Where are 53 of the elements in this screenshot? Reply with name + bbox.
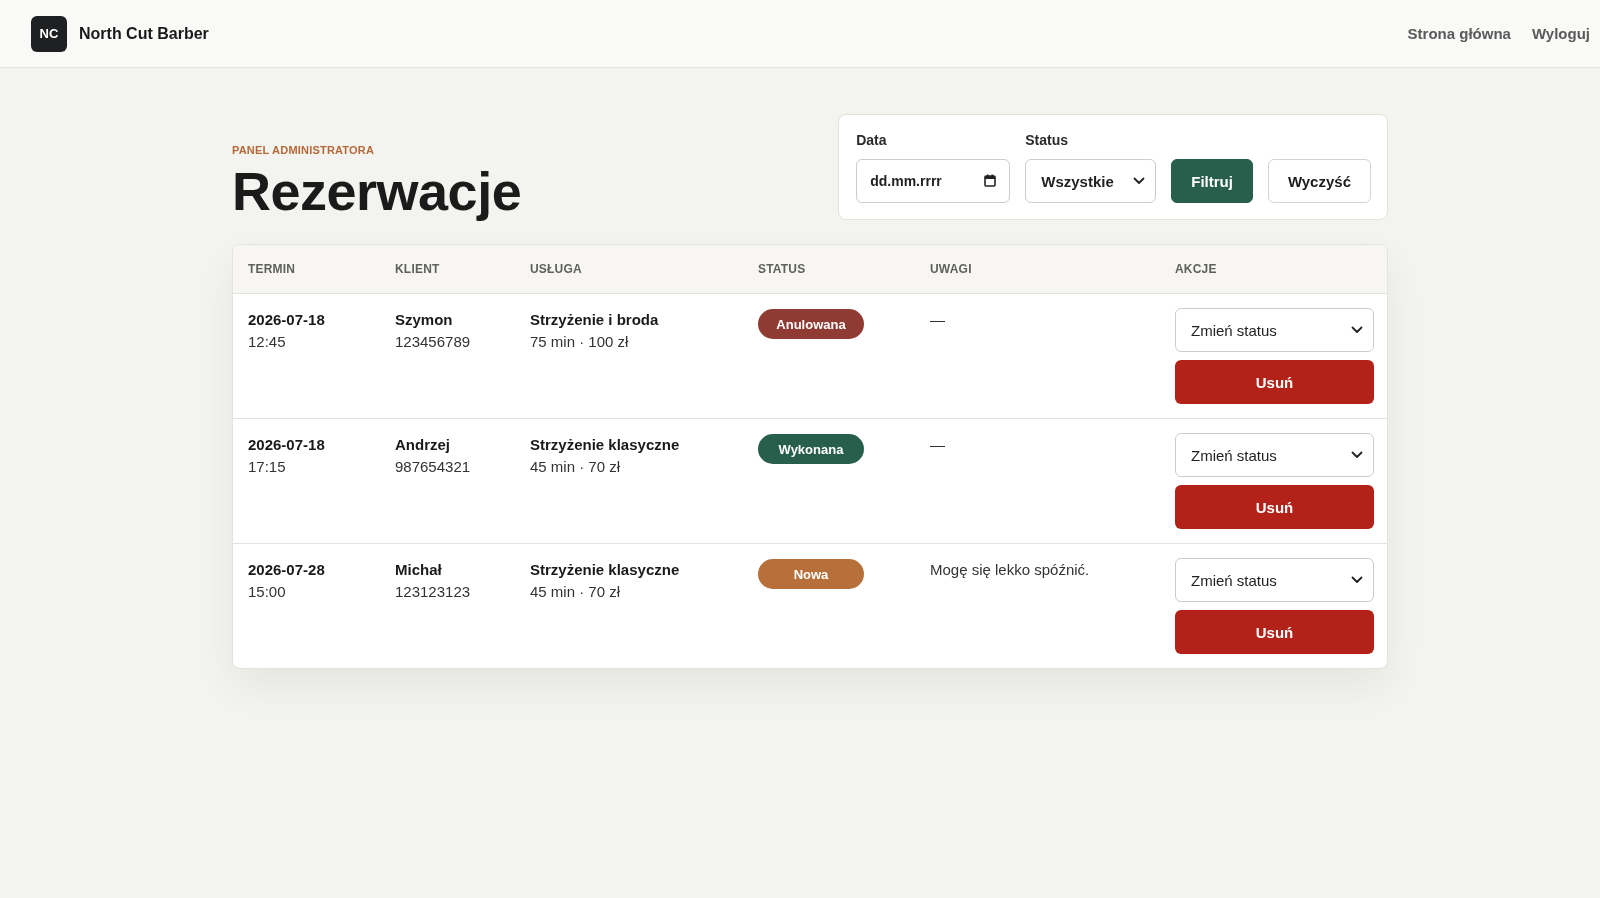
column-header: KLIENT bbox=[395, 262, 441, 276]
nav-link[interactable]: Wyloguj bbox=[1531, 25, 1590, 42]
client-name: Szymon bbox=[395, 310, 454, 330]
calendar-icon bbox=[984, 174, 997, 187]
date-text: 2026-07-28 bbox=[248, 560, 326, 580]
column-header: USŁUGA bbox=[530, 262, 583, 276]
date-text: 2026-07-18 bbox=[248, 435, 326, 455]
time-text: 12:45 bbox=[248, 332, 287, 352]
chevron-down-icon bbox=[1351, 451, 1363, 459]
service-name: Strzyżenie klasyczne bbox=[530, 560, 681, 580]
status-select[interactable]: Zmień status bbox=[1175, 558, 1374, 602]
service-details: 75 min · 100 zł bbox=[530, 332, 630, 352]
column-header: TERMIN bbox=[248, 262, 297, 276]
date-text: 2026-07-18 bbox=[248, 310, 326, 330]
field-label: Status bbox=[1025, 131, 1069, 149]
status-select[interactable]: Zmień status bbox=[1175, 308, 1374, 352]
phone-text: 123456789 bbox=[395, 332, 472, 352]
status-filter-select[interactable]: Wszystkie bbox=[1025, 159, 1157, 203]
service-name: Strzyżenie klasyczne bbox=[530, 435, 681, 455]
chevron-down-icon bbox=[1133, 177, 1146, 185]
time-text: 17:15 bbox=[248, 457, 287, 477]
service-name: Strzyżenie i broda bbox=[530, 310, 660, 330]
phone-text: 987654321 bbox=[395, 457, 472, 477]
page-title: Rezerwacje bbox=[232, 162, 522, 220]
client-name: Michał bbox=[395, 560, 443, 580]
status-badge: Wykonana bbox=[758, 434, 864, 464]
status-select[interactable]: Zmień status bbox=[1175, 433, 1374, 477]
nav-link[interactable]: Strona główna bbox=[1407, 25, 1511, 42]
phone-text: 123123123 bbox=[395, 582, 472, 602]
notes-text: — bbox=[930, 435, 946, 455]
date-field[interactable]: dd.mm.rrrr bbox=[856, 159, 1011, 203]
status-badge: Nowa bbox=[758, 559, 864, 589]
field-label: Data bbox=[856, 131, 888, 149]
notes-text: Mogę się lekko spóźnić. bbox=[930, 560, 1091, 580]
column-header: UWAGI bbox=[930, 262, 973, 276]
logo[interactable]: NC bbox=[31, 15, 67, 52]
column-header: STATUS bbox=[758, 262, 807, 276]
client-name: Andrzej bbox=[395, 435, 451, 455]
column-header: AKCJE bbox=[1175, 262, 1218, 276]
service-details: 45 min · 70 zł bbox=[530, 457, 622, 477]
notes-text: — bbox=[930, 310, 946, 330]
time-text: 15:00 bbox=[248, 582, 287, 602]
clear-button[interactable]: Wyczyść bbox=[1267, 159, 1371, 203]
delete-button[interactable]: Usuń bbox=[1175, 485, 1374, 529]
eyebrow-label: PANEL ADMINISTRATORA bbox=[232, 144, 376, 156]
delete-button[interactable]: Usuń bbox=[1175, 610, 1374, 654]
status-badge: Anulowana bbox=[758, 309, 864, 339]
delete-button[interactable]: Usuń bbox=[1175, 360, 1374, 404]
chevron-down-icon bbox=[1351, 326, 1363, 334]
filter-button[interactable]: Filtruj bbox=[1171, 159, 1253, 203]
brand-name: North Cut Barber bbox=[79, 24, 209, 43]
service-details: 45 min · 70 zł bbox=[530, 582, 622, 602]
chevron-down-icon bbox=[1351, 576, 1363, 584]
